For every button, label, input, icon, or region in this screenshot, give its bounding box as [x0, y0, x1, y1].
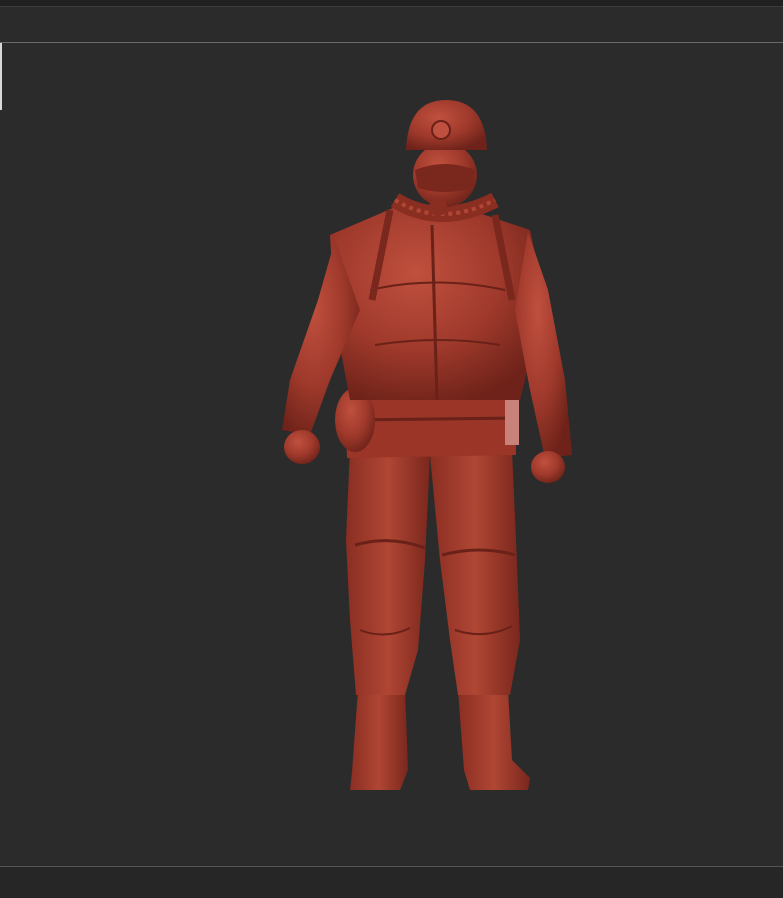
headlamp — [431, 120, 451, 140]
goggles — [415, 164, 475, 192]
left-leg — [346, 450, 430, 695]
left-hand — [284, 430, 320, 464]
strap-highlight — [505, 395, 519, 445]
right-leg — [430, 450, 520, 695]
left-boot — [350, 690, 408, 790]
right-hand — [531, 451, 565, 483]
right-arm — [515, 232, 572, 458]
bottom-status-strip — [0, 867, 783, 898]
sculpt-model[interactable] — [0, 0, 783, 898]
mouthpiece — [429, 198, 447, 216]
right-boot — [458, 690, 530, 790]
